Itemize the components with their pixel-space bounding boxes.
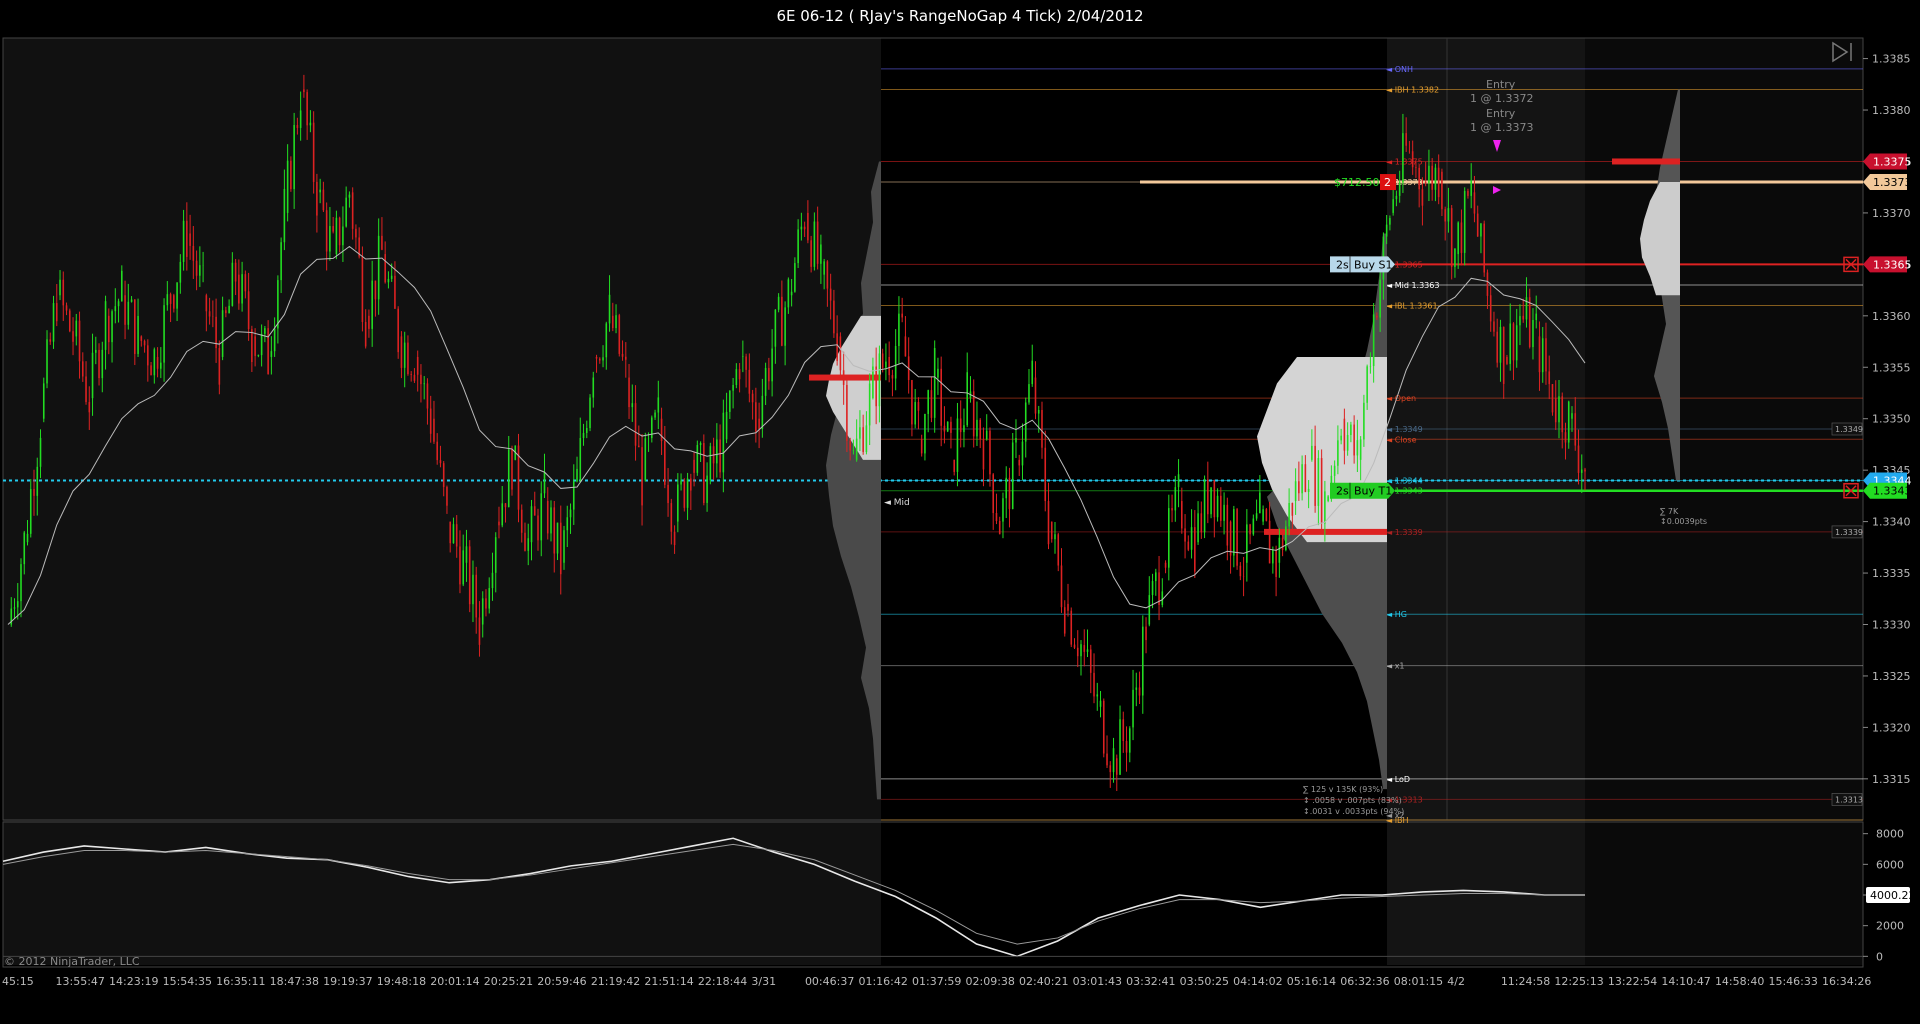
level-label: ◄ HG: [1386, 610, 1407, 619]
time-axis-label: 14:10:47: [1661, 975, 1710, 988]
time-axis-label: 14:58:40: [1715, 975, 1764, 988]
time-axis-label: 01:37:59: [912, 975, 961, 988]
play-icon[interactable]: [1830, 40, 1856, 64]
price-axis-tick-label: 1.3360: [1872, 310, 1911, 323]
time-axis-label: 00:46:37: [805, 975, 854, 988]
level-label: ◄ 1.3349: [1386, 425, 1423, 434]
poc-bar: [1612, 158, 1680, 165]
time-axis-label: 18:47:38: [270, 975, 319, 988]
price-axis-tick-label: 1.3350: [1872, 413, 1911, 426]
price-axis-tick-label: 1.3325: [1872, 670, 1911, 683]
level-label: ◄ 1.3339: [1386, 528, 1423, 537]
session-bg-1: [3, 38, 881, 965]
time-axis-label: 21:19:42: [591, 975, 640, 988]
entry-label: Entry: [1486, 78, 1516, 91]
session-bg-4: [1585, 38, 1863, 965]
mid-label: ◄ Mid: [884, 498, 910, 508]
time-axis-label: 21:51:14: [644, 975, 693, 988]
time-axis-label: 02:40:21: [1019, 975, 1068, 988]
small-price-label: 1.3349: [1835, 425, 1863, 434]
osc-axis-tick-label: 2000: [1876, 920, 1904, 933]
price-axis-tick-label: 1.3340: [1872, 516, 1911, 529]
osc-axis-tick-label: 8000: [1876, 828, 1904, 841]
time-axis-label: 15:54:35: [163, 975, 212, 988]
price-axis-tick-label: 1.3330: [1872, 619, 1911, 632]
time-axis-label: 19:19:37: [323, 975, 372, 988]
session-bg-3: [1387, 38, 1585, 965]
order-target-label: Buy T1: [1354, 485, 1392, 498]
time-axis-label: 20:01:14: [430, 975, 479, 988]
level-label: ◄ Mid 1.3363: [1386, 281, 1439, 290]
time-axis-label: 16:35:11: [216, 975, 265, 988]
price-axis-tick-label: 1.3380: [1872, 104, 1911, 117]
level-label: ◄ Open: [1386, 394, 1416, 403]
price-axis-tick-label: 1.3335: [1872, 567, 1911, 580]
x2-label: ◄ x2: [1386, 811, 1405, 820]
position-qty: 2: [1384, 176, 1391, 189]
price-label: 1.3373: [1873, 176, 1912, 189]
level-label: ◄ Close: [1386, 435, 1417, 444]
time-axis-label: 20:25:21: [484, 975, 533, 988]
time-axis-label: 14:23:19: [109, 975, 158, 988]
stats-a-line: ↕ .0058 v .007pts (83%): [1303, 796, 1402, 805]
price-axis-tick-label: 1.3370: [1872, 207, 1911, 220]
time-axis: 45:15 13:55:47 14:23:19 15:54:35 16:35:11 18:…: [2, 975, 1871, 988]
osc-axis-tick-label: 6000: [1876, 858, 1904, 871]
time-axis-label: 03:32:41: [1126, 975, 1175, 988]
time-axis-label: 20:59:46: [537, 975, 586, 988]
price-axis-tick-label: 1.3385: [1872, 53, 1911, 66]
time-axis-label: 15:46:33: [1768, 975, 1817, 988]
level-label: ◄ IBH 1.3382: [1386, 85, 1439, 94]
copyright-label: © 2012 NinjaTrader, LLC: [4, 955, 140, 968]
time-axis-label: 45:15: [2, 975, 34, 988]
time-axis-label: 16:34:26: [1822, 975, 1871, 988]
price-axis-tick-label: 1.3320: [1872, 721, 1911, 734]
time-axis-label: 13:55:47: [56, 975, 105, 988]
entry-label: Entry: [1486, 107, 1516, 120]
time-axis-label: 12:25:13: [1554, 975, 1603, 988]
time-axis-label: 19:48:18: [377, 975, 426, 988]
small-price-label: 1.3313: [1835, 795, 1863, 804]
time-axis-label: 01:16:42: [858, 975, 907, 988]
osc-axis-tick-label: 0: [1876, 950, 1883, 963]
time-axis-label: 3/31: [751, 975, 776, 988]
price-axis-tick-label: 1.3315: [1872, 773, 1911, 786]
price-label: 1.3365: [1873, 258, 1912, 271]
level-label: ◄ IBL 1.3361: [1386, 302, 1438, 311]
price-label: 1.3343: [1873, 485, 1912, 498]
time-axis-label: 05:16:14: [1287, 975, 1336, 988]
time-axis-label: 13:22:54: [1608, 975, 1657, 988]
time-axis-label: 4/2: [1447, 975, 1465, 988]
order-sell-label: Buy S1: [1354, 258, 1393, 271]
entry-price: 1 @ 1.3372: [1470, 92, 1533, 105]
level-label: ◄ 1.3375: [1386, 157, 1423, 166]
time-axis-label: 22:18:44: [698, 975, 747, 988]
time-axis-label: 03:01:43: [1073, 975, 1122, 988]
price-axis-tick-label: 1.3355: [1872, 361, 1911, 374]
time-axis-label: 08:01:15: [1394, 975, 1443, 988]
order-target-qty: 2s: [1336, 485, 1349, 498]
small-price-label: 1.3339: [1835, 528, 1863, 537]
order-sell-qty: 2s: [1336, 258, 1349, 271]
entry-price: 1 @ 1.3373: [1470, 121, 1533, 134]
time-axis-label: 03:50:25: [1180, 975, 1229, 988]
pnl-label: $712.50: [1334, 176, 1380, 189]
stats-b-line: ↕0.0039pts: [1660, 517, 1707, 526]
stats-a-line: ∑ 125 v 135K (93%): [1303, 785, 1383, 794]
level-label: ◄ ONH: [1386, 65, 1413, 74]
window-title: 6E 06-12 ( RJay's RangeNoGap 4 Tick) 2/0…: [776, 7, 1144, 25]
level-label: ◄ LoD: [1386, 775, 1410, 784]
time-axis-label: 11:24:58: [1501, 975, 1550, 988]
time-axis-label: 02:09:38: [966, 975, 1015, 988]
time-axis-label: 06:32:36: [1340, 975, 1389, 988]
poc-bar: [809, 374, 881, 381]
time-axis-label: 04:14:02: [1233, 975, 1282, 988]
price-label: 1.3375: [1873, 155, 1912, 168]
chart-area[interactable]: ◄ ONH◄ IBH 1.3382◄ 1.3375◄ 1.3373◄ 1.336…: [0, 32, 1920, 1024]
level-label: ◄ x1: [1386, 662, 1405, 671]
osc-last-value: 4000.22: [1870, 889, 1916, 902]
stats-b-line: ∑ 7K: [1660, 507, 1679, 516]
